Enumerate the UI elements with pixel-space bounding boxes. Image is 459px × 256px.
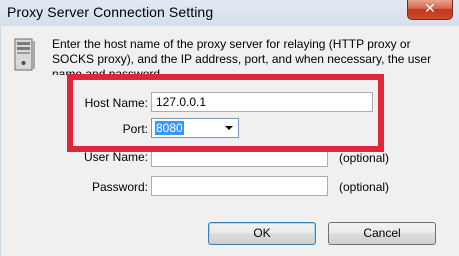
password-optional-hint: (optional) <box>339 180 390 194</box>
close-button[interactable]: ✕ <box>407 0 453 20</box>
cancel-button[interactable]: Cancel <box>328 222 436 245</box>
user-name-label: User Name: <box>84 150 149 164</box>
title-bar: Proxy Server Connection Setting ✕ <box>0 0 459 26</box>
user-name-optional-hint: (optional) <box>339 151 390 165</box>
ok-button[interactable]: OK <box>208 222 316 245</box>
password-label: Password: <box>91 180 148 194</box>
instructions-text: Enter the host name of the proxy server … <box>52 37 432 75</box>
server-computer-icon <box>14 38 35 71</box>
password-field[interactable] <box>151 176 328 196</box>
window-title: Proxy Server Connection Setting <box>7 4 214 20</box>
close-icon: ✕ <box>424 1 436 17</box>
highlight-annotation <box>67 74 384 152</box>
